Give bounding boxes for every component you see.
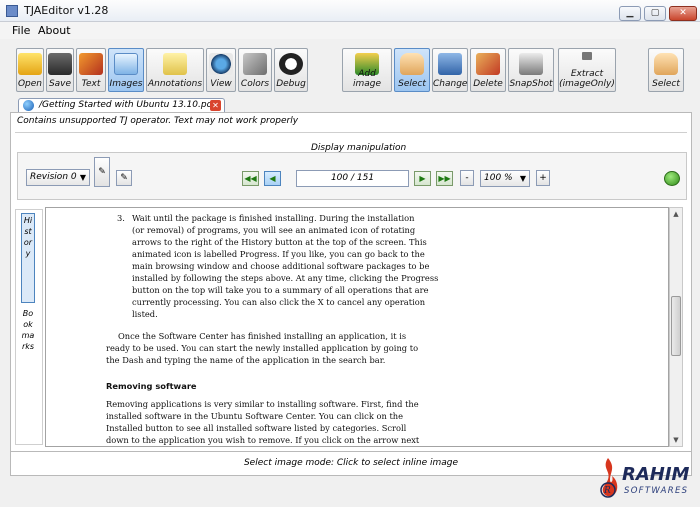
open-button[interactable]: Open [16, 48, 44, 92]
bookmarks-tab[interactable]: Bookmarks [21, 308, 35, 352]
select-button[interactable]: Select [394, 48, 430, 92]
close-button[interactable]: ✕ [669, 6, 697, 21]
section-heading: Removing software [106, 381, 197, 391]
previous-icon: ◀ [269, 174, 276, 183]
view-button[interactable]: View [206, 48, 236, 92]
app-icon [6, 5, 18, 17]
zoom-in-button[interactable]: + [536, 170, 550, 186]
status-text: Select image mode: Click to select inlin… [243, 458, 459, 468]
last-page-icon: ▶▶ [438, 174, 451, 183]
eye-icon [209, 53, 233, 75]
flame-logo-icon: R [600, 458, 618, 498]
document-tabs: /Getting Started with Ubuntu 13.10.pdf ✕ [0, 96, 700, 113]
colors-button[interactable]: Colors [238, 48, 272, 92]
vertical-scrollbar[interactable]: ▲ ▼ [669, 207, 683, 447]
wand-small-icon: ✎ [120, 173, 128, 183]
last-page-button[interactable]: ▶▶ [436, 171, 453, 186]
previous-page-button[interactable]: ◀ [264, 171, 281, 186]
tab-history[interactable]: History [21, 213, 35, 303]
watermark-logo: R RAHIM SOFTWARES [594, 456, 698, 504]
display-manipulation-box: Revision 0 ▼ ✎ ✎ ◀◀ ◀ 100 / 151 ▶ ▶▶ - 1… [17, 152, 687, 200]
page-number-field[interactable]: 100 / 151 [296, 170, 409, 187]
tools-icon [243, 53, 267, 75]
divider [15, 132, 687, 133]
debug-button[interactable]: Debug [274, 48, 308, 92]
warning-text: Contains unsupported TJ operator. Text m… [17, 116, 299, 126]
change-icon [438, 53, 462, 75]
pencil-icon [79, 53, 103, 75]
snapshot-button[interactable]: SnapShot [508, 48, 554, 92]
menu-file[interactable]: File [12, 24, 30, 37]
document-view[interactable]: 3. Wait until the package is finished in… [45, 207, 669, 447]
chevron-down-icon: ▼ [519, 174, 526, 183]
text-button[interactable]: Text [76, 48, 106, 92]
watermark-subtitle: SOFTWARES [624, 486, 689, 496]
save-button[interactable]: Save [46, 48, 74, 92]
globe-icon [23, 100, 34, 111]
revision-action-button[interactable]: ✎ [94, 157, 110, 187]
picture-icon [114, 53, 138, 75]
scroll-thumb[interactable] [671, 296, 681, 356]
tab-document[interactable]: /Getting Started with Ubuntu 13.10.pdf ✕ [18, 98, 225, 113]
add-image-button[interactable]: Add image [342, 48, 392, 92]
hand-icon [654, 53, 678, 75]
zoom-select[interactable]: 100 % ▼ [480, 170, 530, 187]
history-label: History [23, 216, 33, 258]
camera-icon [519, 53, 543, 75]
title-bar: TJAEditor v1.28 ▁ ▢ ✕ [0, 0, 700, 22]
paragraph: Once the Software Center has finished in… [106, 331, 419, 365]
wand-icon: ✎ [98, 167, 106, 177]
select-right-button[interactable]: Select [648, 48, 684, 92]
next-icon: ▶ [419, 174, 426, 183]
tab-label: /Getting Started with Ubuntu 13.10.pdf [39, 100, 216, 110]
menu-about[interactable]: About [38, 24, 71, 37]
revision-select[interactable]: Revision 0 ▼ [26, 169, 90, 186]
window-title: TJAEditor v1.28 [24, 4, 109, 17]
annotations-button[interactable]: Annotations [146, 48, 204, 92]
chevron-down-icon: ▼ [79, 173, 86, 182]
scroll-up-icon[interactable]: ▲ [671, 209, 681, 219]
scroll-down-icon[interactable]: ▼ [671, 435, 681, 445]
extract-image-only-button[interactable]: Extract (imageOnly) [558, 48, 616, 92]
hand-icon [400, 53, 424, 75]
list-item-text: Wait until the package is finished insta… [132, 213, 439, 319]
camera-small-icon [582, 52, 592, 60]
maximize-button[interactable]: ▢ [644, 6, 666, 21]
revision-reset-button[interactable]: ✎ [116, 170, 132, 186]
folder-icon [18, 53, 42, 75]
bug-icon [279, 53, 303, 75]
images-button[interactable]: Images [108, 48, 144, 92]
paragraph: Removing applications is very similar to… [106, 399, 420, 445]
toolbar: Open Save Text Images Annotations View C… [0, 40, 700, 96]
editor-panel: Contains unsupported TJ operator. Text m… [10, 112, 692, 452]
delete-button[interactable]: Delete [470, 48, 506, 92]
next-page-button[interactable]: ▶ [414, 171, 431, 186]
floppy-icon [48, 53, 72, 75]
minimize-button[interactable]: ▁ [619, 6, 641, 21]
eraser-icon [476, 53, 500, 75]
first-page-button[interactable]: ◀◀ [242, 171, 259, 186]
menu-bar: File About [0, 22, 700, 39]
watermark-brand: RAHIM [622, 464, 690, 485]
side-tabs: History Bookmarks [15, 209, 43, 445]
apply-icon[interactable] [664, 171, 680, 186]
close-tab-icon[interactable]: ✕ [210, 100, 221, 111]
zoom-out-button[interactable]: - [460, 170, 474, 186]
status-bar: Select image mode: Click to select inlin… [10, 452, 692, 476]
svg-text:R: R [603, 486, 611, 496]
first-page-icon: ◀◀ [244, 174, 257, 183]
change-button[interactable]: Change [432, 48, 468, 92]
note-icon [163, 53, 187, 75]
